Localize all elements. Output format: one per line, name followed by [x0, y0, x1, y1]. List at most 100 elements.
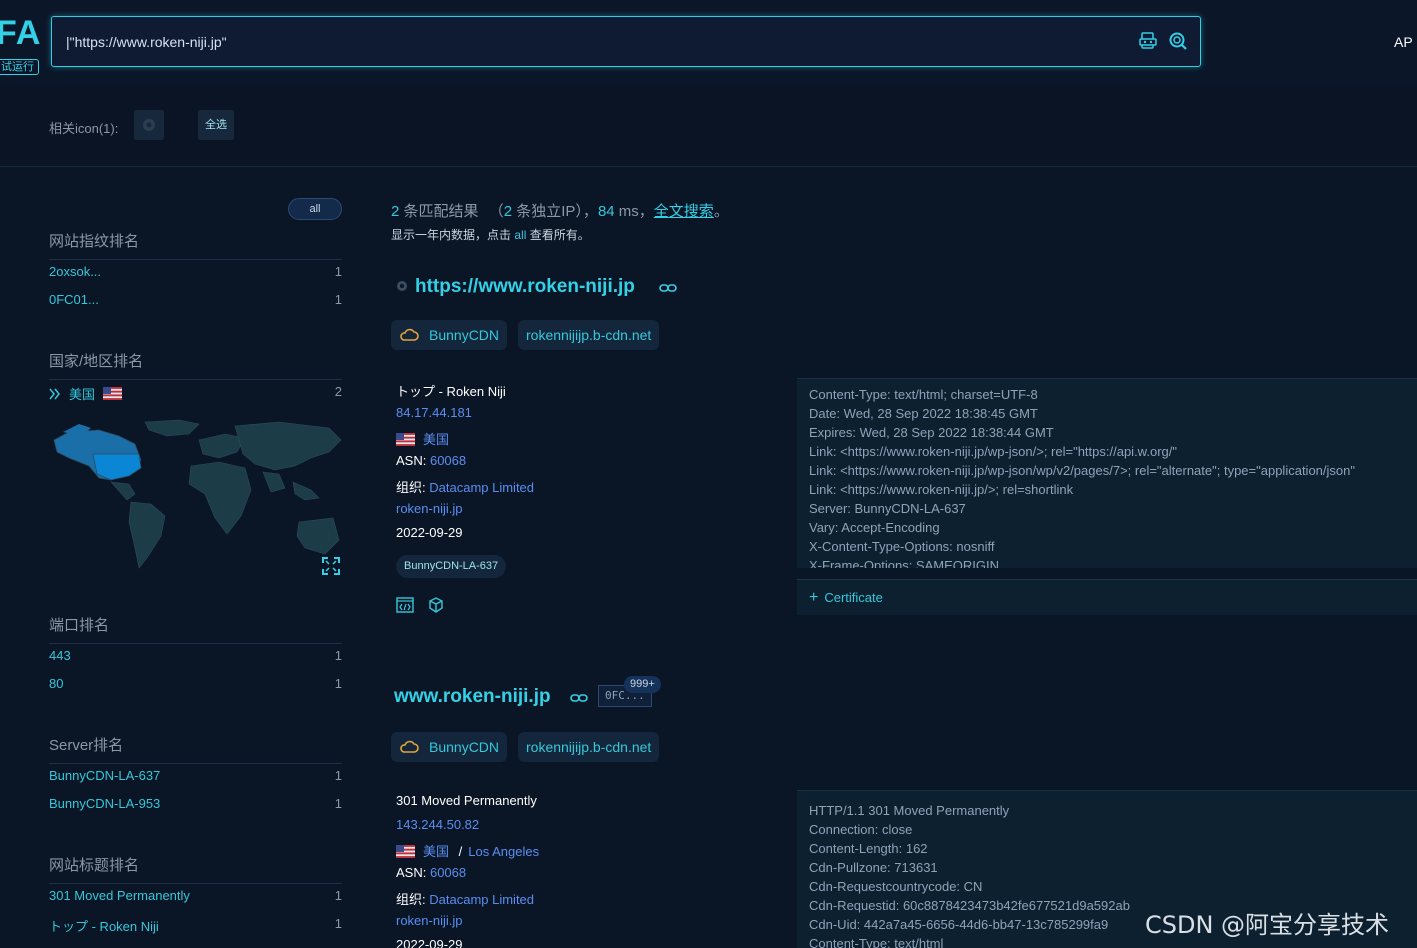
server-rank-item[interactable]: BunnyCDN-LA-637 1: [49, 768, 342, 788]
cname-tag[interactable]: rokennijijp.b-cdn.net: [518, 732, 660, 762]
search-input[interactable]: [66, 17, 1116, 66]
header-line: Link: <https://www.roken-niji.jp/wp-json…: [809, 444, 1177, 459]
select-all-button[interactable]: 全选: [198, 110, 234, 140]
match-count: 2: [391, 203, 400, 220]
search-bar: [51, 16, 1201, 67]
rank-item-name[interactable]: 0FC01...: [49, 292, 99, 307]
fingerprint-rank-item[interactable]: 2oxsok... 1: [49, 264, 342, 284]
header-line: Link: <https://www.roken-niji.jp/wp-json…: [809, 463, 1355, 478]
port-rank-item[interactable]: 80 1: [49, 676, 342, 696]
subnote-text-end: 查看所有。: [529, 228, 590, 242]
rank-item-name[interactable]: 80: [49, 676, 63, 691]
site-title-rank-item[interactable]: 301 Moved Permanently 1: [49, 888, 342, 908]
cdn-tag[interactable]: BunnyCDN: [391, 320, 508, 350]
server-rank-title: Server排名: [49, 734, 342, 764]
domain-link[interactable]: roken-niji.jp: [396, 913, 462, 928]
rank-item-name[interactable]: BunnyCDN-LA-953: [49, 796, 160, 811]
paren-open: （: [488, 203, 504, 220]
unique-ip-label: 条独立IP）: [516, 203, 583, 220]
org-link[interactable]: Datacamp Limited: [429, 480, 534, 495]
cname-tag[interactable]: rokennijijp.b-cdn.net: [518, 320, 660, 350]
rank-item-name[interactable]: 2oxsok...: [49, 264, 101, 279]
domain-line: roken-niji.jp: [396, 501, 462, 519]
country-rank-item[interactable]: 美国 2: [49, 384, 342, 404]
image-search-icon[interactable]: [1138, 31, 1158, 51]
country-name: 美国: [69, 387, 96, 402]
watermark: CSDN @阿宝分享技术: [1145, 911, 1390, 939]
cube-icon[interactable]: [427, 596, 445, 614]
header-line: HTTP/1.1 301 Moved Permanently: [809, 803, 1010, 818]
rank-item-count: 1: [334, 292, 342, 307]
rank-item-count: 1: [334, 648, 342, 663]
site-favicon-icon: [397, 281, 407, 291]
rank-item-name[interactable]: 美国: [49, 384, 130, 403]
site-title-rank-item[interactable]: トップ - Roken Niji 1: [49, 916, 342, 936]
cdn-name: BunnyCDN: [429, 739, 500, 755]
double-chevron-right-icon: [49, 388, 60, 399]
port-rank-item[interactable]: 443 1: [49, 648, 342, 668]
header-line: Date: Wed, 28 Sep 2022 18:38:45 GMT: [809, 406, 1038, 421]
asn-link[interactable]: 60068: [430, 865, 466, 880]
result-title-link[interactable]: www.roken-niji.jp: [394, 686, 551, 708]
country-line: 美国 / Los Angeles: [396, 841, 539, 859]
ip-link[interactable]: 84.17.44.181: [396, 405, 472, 420]
country-link[interactable]: 美国: [423, 432, 449, 447]
api-link[interactable]: AP: [1394, 34, 1413, 50]
asn-label: ASN:: [396, 865, 427, 880]
favicon-thumbnail[interactable]: [134, 110, 164, 140]
certificate-toggle[interactable]: + Certificate: [797, 579, 1417, 615]
result-title-link[interactable]: https://www.roken-niji.jp: [415, 276, 635, 298]
date: 2022-09-29: [396, 525, 463, 540]
search-icon[interactable]: [1168, 31, 1188, 51]
query-time-label: ms，: [618, 203, 654, 220]
unique-ip-count: 2: [503, 203, 513, 220]
header-line: Vary: Accept-Encoding: [809, 520, 940, 535]
ip-address[interactable]: 84.17.44.181: [396, 405, 472, 423]
world-map[interactable]: [49, 418, 342, 578]
header-line: Link: <https://www.roken-niji.jp/>; rel=…: [809, 482, 1074, 497]
date: 2022-09-29: [396, 937, 463, 948]
count-badge: 999+: [624, 676, 661, 693]
fullscreen-icon[interactable]: [321, 556, 341, 576]
fingerprint-rank-item[interactable]: 0FC01... 1: [49, 292, 342, 312]
city-link[interactable]: Los Angeles: [468, 844, 539, 859]
related-icon-label: 相关icon(1):: [49, 121, 119, 136]
domain-link[interactable]: roken-niji.jp: [396, 501, 462, 516]
full-text-search-link[interactable]: 全文搜索: [654, 203, 714, 220]
cloud-icon: [400, 328, 419, 341]
org-label: 组织:: [396, 480, 426, 495]
server-badge[interactable]: BunnyCDN-LA-637: [396, 555, 507, 578]
rank-item-count: 2: [334, 384, 342, 399]
related-icon-bar: 相关icon(1): 全选: [0, 86, 1417, 167]
favicon-icon: [143, 119, 155, 131]
ip-address[interactable]: 143.244.50.82: [396, 817, 479, 835]
port-rank-title: 端口排名: [49, 614, 342, 644]
asn-link[interactable]: 60068: [430, 453, 466, 468]
subnote-text: 显示一年内数据，点击: [391, 228, 512, 242]
link-icon[interactable]: [570, 693, 588, 703]
org-link[interactable]: Datacamp Limited: [429, 892, 534, 907]
rank-item-name[interactable]: BunnyCDN-LA-637: [49, 768, 160, 783]
cdn-tag[interactable]: BunnyCDN: [391, 732, 508, 762]
server-rank-item[interactable]: BunnyCDN-LA-953 1: [49, 796, 342, 816]
fingerprint-rank-title: 网站指纹排名: [49, 230, 342, 260]
period: 。: [713, 203, 729, 220]
header-line: Cdn-Requestcountrycode: CN: [809, 879, 983, 894]
show-all-link[interactable]: all: [514, 228, 526, 242]
page-title: 301 Moved Permanently: [396, 793, 537, 808]
cloud-icon: [400, 740, 419, 753]
code-icon[interactable]: [396, 596, 414, 614]
country-link[interactable]: 美国: [423, 844, 449, 859]
all-button[interactable]: all: [288, 198, 342, 220]
rank-item-name[interactable]: トップ - Roken Niji: [49, 916, 159, 935]
link-icon[interactable]: [659, 283, 677, 293]
rank-item-name[interactable]: 443: [49, 648, 71, 663]
cdn-name: BunnyCDN: [429, 327, 500, 343]
asn-label: ASN:: [396, 453, 427, 468]
org-line: 组织: Datacamp Limited: [396, 477, 534, 495]
logo[interactable]: FA: [0, 14, 41, 53]
ip-link[interactable]: 143.244.50.82: [396, 817, 479, 832]
http-header-panel[interactable]: Content-Type: text/html; charset=UTF-8 D…: [797, 378, 1417, 568]
rank-item-name[interactable]: 301 Moved Permanently: [49, 888, 190, 903]
rank-item-count: 1: [334, 676, 342, 691]
